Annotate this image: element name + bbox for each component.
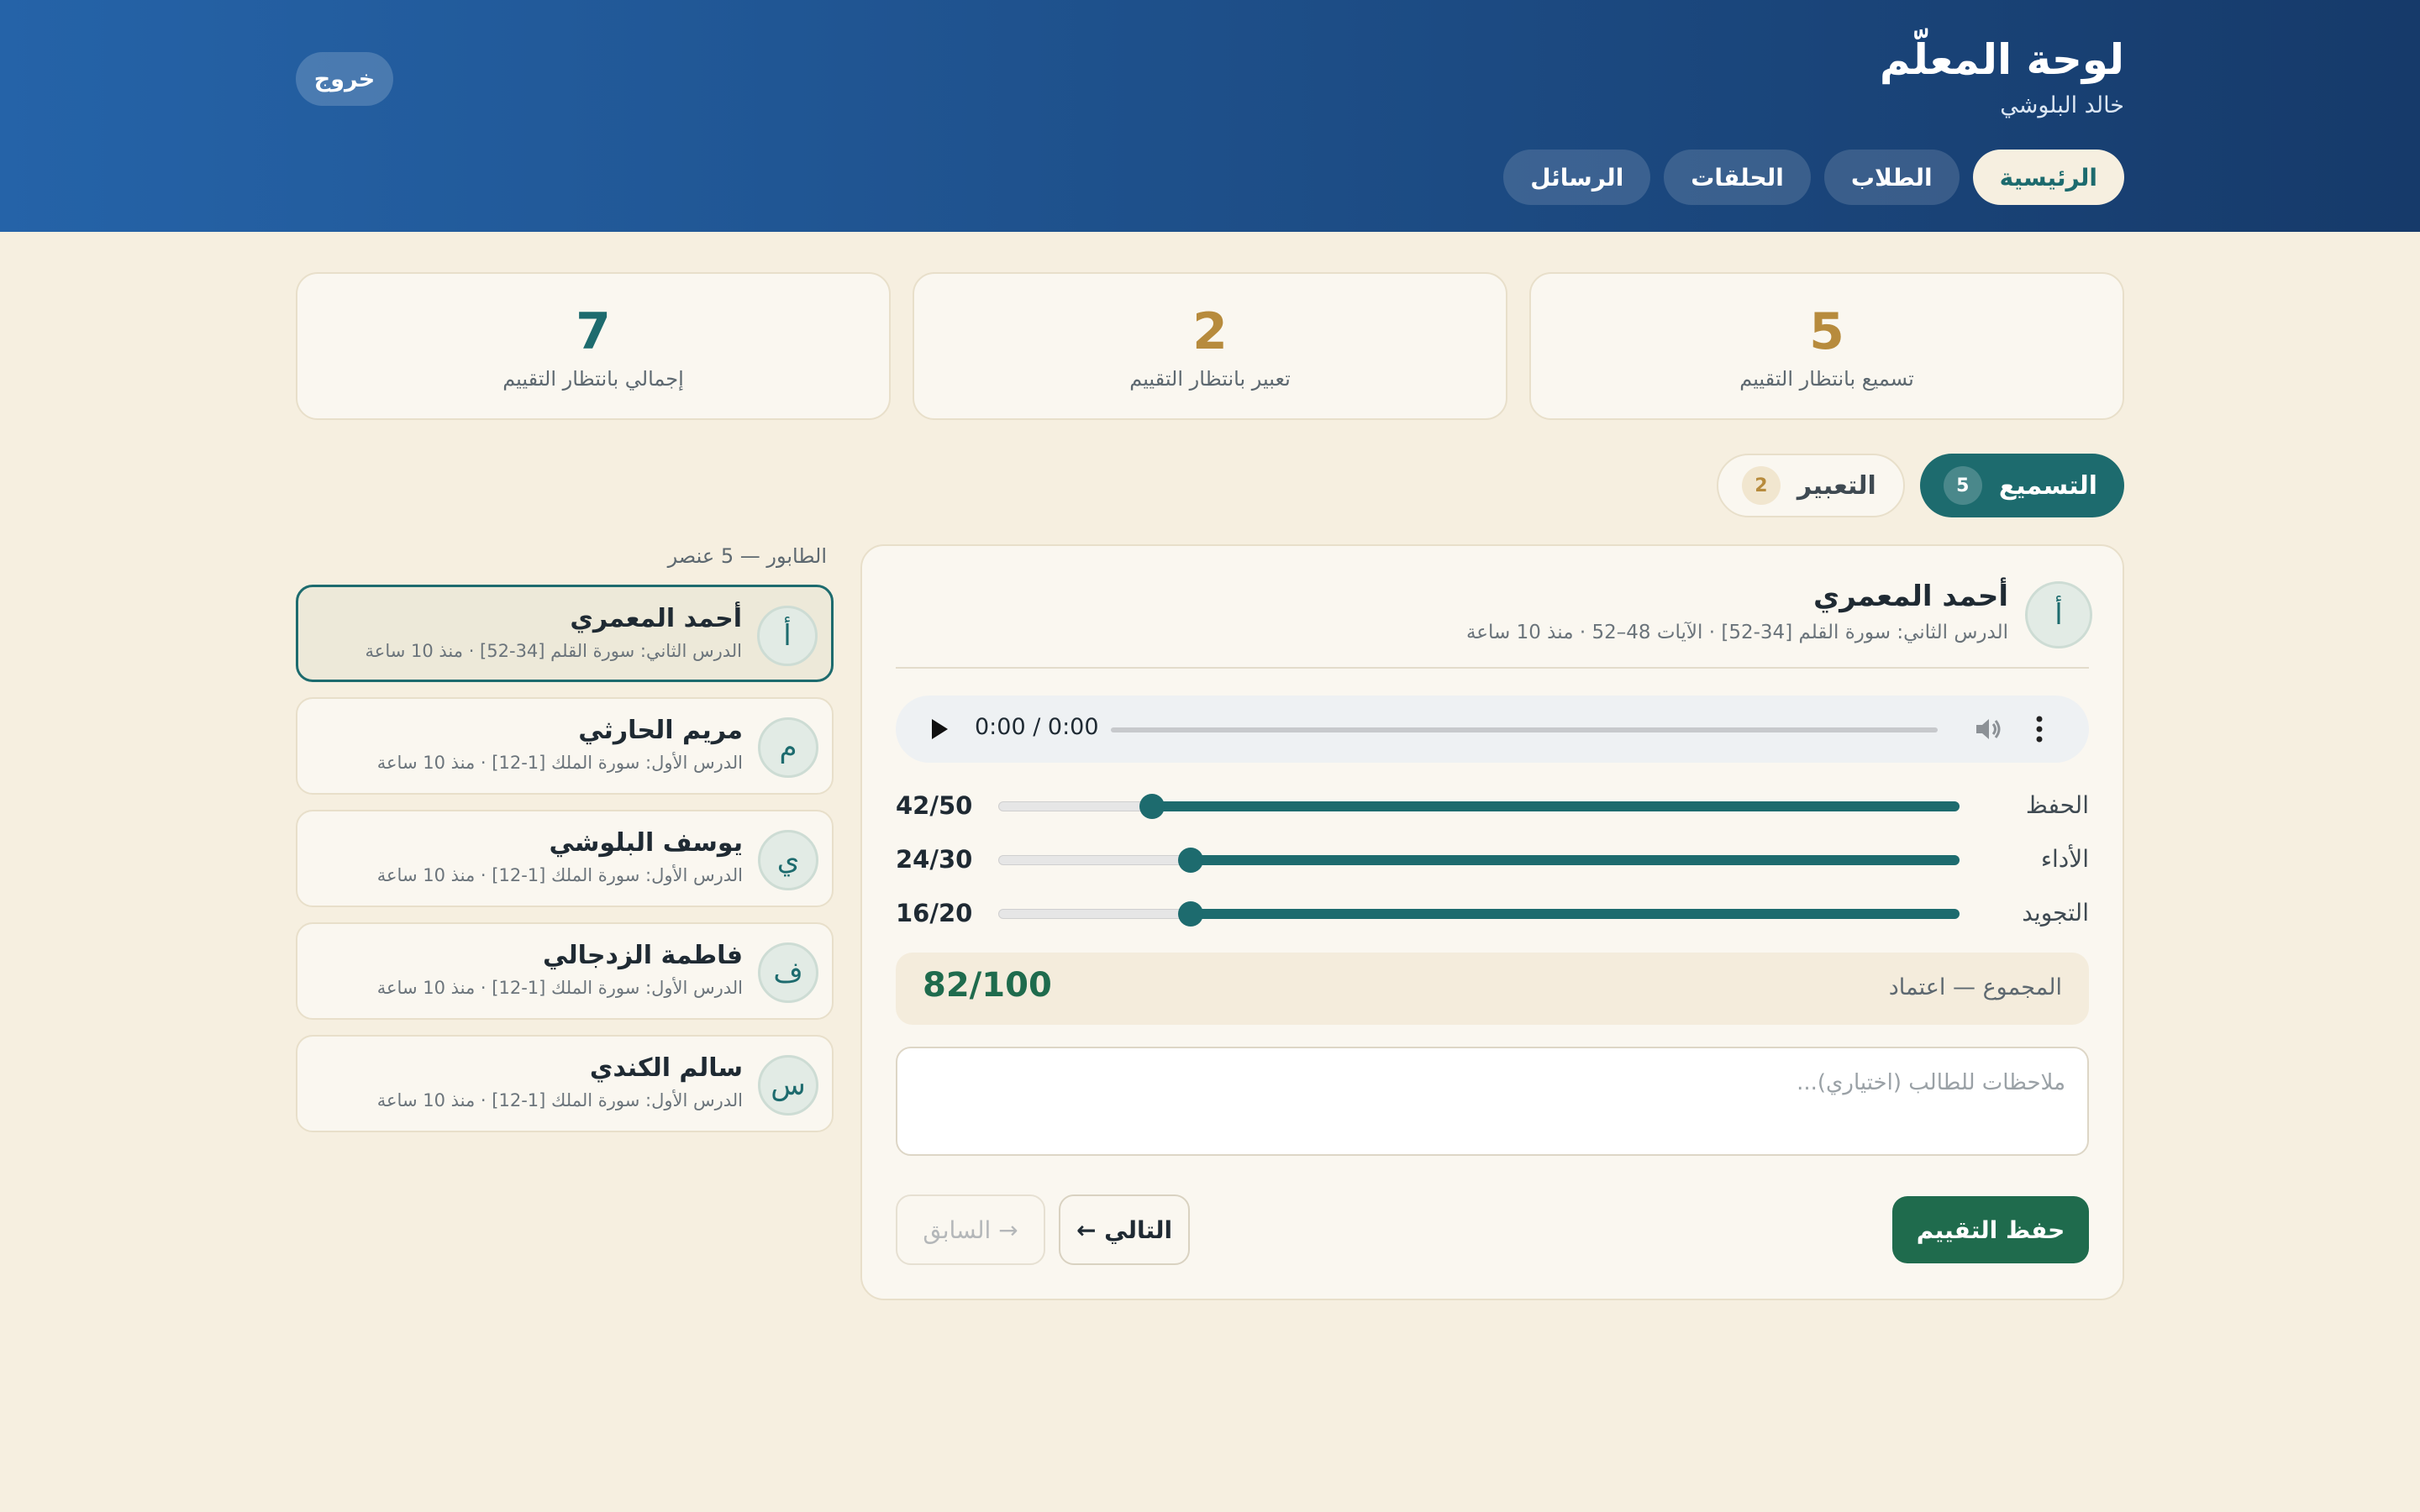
queue-item-name: يوسف البلوشي	[549, 828, 743, 858]
queue-item-name: مريم الحارثي	[578, 716, 743, 745]
stat-value: 7	[576, 302, 611, 361]
stat-value: 5	[1809, 302, 1844, 361]
score-label: التجويد	[2022, 899, 2089, 927]
stat-card-expression: 2 تعبير بانتظار التقييم	[913, 272, 1507, 420]
score-row-performance: الأداء 24/30	[896, 842, 2089, 879]
queue-item[interactable]: أ أحمد المعمري الدرس الثاني: سورة القلم …	[296, 585, 834, 682]
tab-label: التسميع	[1998, 470, 2097, 501]
queue-item[interactable]: ف فاطمة الزدجالي الدرس الأول: سورة الملك…	[296, 922, 834, 1020]
score-value: 42/50	[896, 791, 973, 820]
stat-label: إجمالي بانتظار التقييم	[502, 367, 684, 391]
prev-button[interactable]: → السابق	[896, 1194, 1045, 1265]
tab-recitation[interactable]: التسميع 5	[1919, 454, 2124, 517]
total-value: 82/100	[923, 966, 1052, 1005]
queue-item-meta: الدرس الأول: سورة الملك [1-12] · منذ 10 …	[376, 978, 743, 998]
tab-count-badge: 5	[1943, 466, 1982, 505]
avatar: أ	[757, 606, 818, 666]
nav-home[interactable]: الرئيسية	[1972, 150, 2124, 205]
next-button[interactable]: التالي ←	[1059, 1194, 1190, 1265]
main-nav: الرئيسية الطلاب الحلقات الرسائل	[1503, 150, 2124, 205]
queue-item[interactable]: م مريم الحارثي الدرس الأول: سورة الملك […	[296, 697, 834, 795]
stat-card-recitation: 5 تسميع بانتظار التقييم	[1529, 272, 2124, 420]
tab-expression[interactable]: التعبير 2	[1716, 454, 1905, 517]
tab-count-badge: 2	[1741, 466, 1781, 505]
stat-card-total: 7 إجمالي بانتظار التقييم	[296, 272, 891, 420]
queue-title: الطابور — 5 عنصر	[667, 544, 827, 568]
tab-label: التعبير	[1797, 470, 1876, 501]
queue-item[interactable]: س سالم الكندي الدرس الأول: سورة الملك [1…	[296, 1035, 834, 1132]
brand: لوحة المعلّم خالد البلوشي	[1880, 30, 2124, 118]
slider-fill	[1152, 801, 1960, 811]
avatar: أ	[2025, 581, 2092, 648]
queue-item-meta: الدرس الأول: سورة الملك [1-12] · منذ 10 …	[376, 1090, 743, 1110]
divider	[896, 667, 2089, 669]
slider-fill	[1190, 909, 1960, 919]
nav-messages[interactable]: الرسائل	[1503, 150, 1651, 205]
play-icon[interactable]	[924, 714, 955, 744]
queue-item-name: سالم الكندي	[589, 1053, 743, 1083]
slider-thumb[interactable]	[1177, 848, 1203, 873]
notes-field[interactable]	[896, 1047, 2089, 1156]
student-name: أحمد المعمري	[1813, 580, 2008, 613]
page-title: لوحة المعلّم	[1879, 35, 2124, 84]
queue-item-meta: الدرس الأول: سورة الملك [1-12] · منذ 10 …	[376, 753, 743, 773]
score-slider[interactable]	[998, 848, 1960, 873]
logout-button[interactable]: خروج	[296, 52, 393, 106]
save-button[interactable]: حفظ التقييم	[1892, 1196, 2089, 1263]
avatar: م	[758, 717, 818, 778]
avatar: س	[758, 1055, 818, 1116]
stats-row: 5 تسميع بانتظار التقييم 2 تعبير بانتظار …	[296, 272, 2124, 420]
nav-circles[interactable]: الحلقات	[1664, 150, 1811, 205]
score-row-memorization: الحفظ 42/50	[896, 788, 2089, 825]
score-value: 24/30	[896, 845, 973, 874]
score-slider[interactable]	[998, 901, 1960, 927]
queue-item-name: أحمد المعمري	[570, 604, 742, 633]
score-slider[interactable]	[998, 794, 1960, 819]
volume-icon[interactable]	[1973, 714, 2003, 744]
score-value: 16/20	[896, 899, 973, 927]
nav-students[interactable]: الطلاب	[1823, 150, 1960, 205]
queue-item-meta: الدرس الأول: سورة الملك [1-12] · منذ 10 …	[376, 865, 743, 885]
slider-thumb[interactable]	[1139, 794, 1165, 819]
queue-item-name: فاطمة الزدجالي	[542, 941, 743, 970]
submission-meta: الدرس الثاني: سورة القلم [34-52] · الآيا…	[1465, 622, 2008, 643]
slider-thumb[interactable]	[1177, 901, 1203, 927]
stat-label: تعبير بانتظار التقييم	[1129, 367, 1291, 391]
submission-tabs: التسميع 5 التعبير 2	[1716, 454, 2124, 517]
total-score-box: المجموع — اعتماد 82/100	[896, 953, 2089, 1025]
score-label: الأداء	[2040, 845, 2089, 873]
app-header: لوحة المعلّم خالد البلوشي خروج الرئيسية …	[0, 0, 2420, 232]
review-panel: أ أحمد المعمري الدرس الثاني: سورة القلم …	[860, 544, 2124, 1300]
total-label: المجموع — اعتماد	[1888, 974, 2062, 1000]
teacher-name: خالد البلوشي	[2000, 92, 2124, 118]
queue-list: أ أحمد المعمري الدرس الثاني: سورة القلم …	[296, 585, 834, 1147]
slider-fill	[1190, 855, 1960, 865]
audio-player: 0:00 / 0:00	[896, 696, 2089, 763]
queue-item[interactable]: ي يوسف البلوشي الدرس الأول: سورة الملك […	[296, 810, 834, 907]
stat-value: 2	[1192, 302, 1228, 361]
score-label: الحفظ	[2025, 791, 2089, 819]
stat-label: تسميع بانتظار التقييم	[1739, 367, 1914, 391]
avatar: ي	[758, 830, 818, 890]
audio-time: 0:00 / 0:00	[975, 714, 1099, 740]
score-row-tajweed: التجويد 16/20	[896, 895, 2089, 932]
audio-progress-track[interactable]	[1111, 727, 1938, 732]
more-vertical-icon[interactable]	[2027, 712, 2052, 746]
avatar: ف	[758, 942, 818, 1003]
queue-item-meta: الدرس الثاني: سورة القلم [34-52] · منذ 1…	[365, 641, 742, 661]
